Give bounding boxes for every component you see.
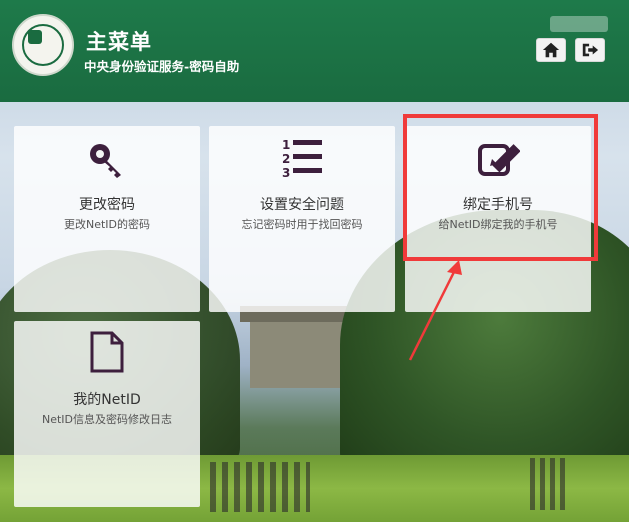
annotation-arrow	[408, 260, 462, 361]
